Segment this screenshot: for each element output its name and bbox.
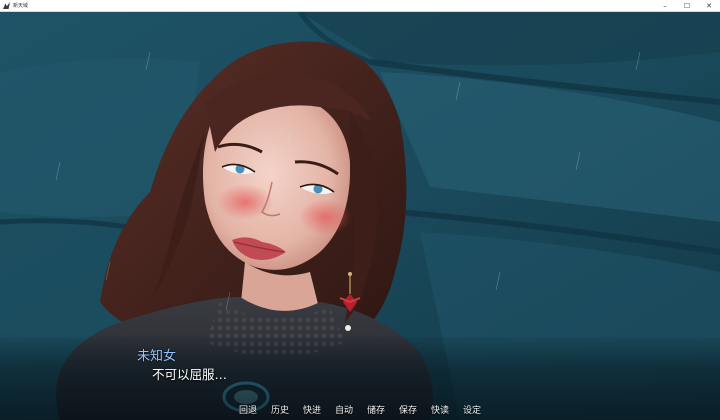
save-button[interactable]: 储存	[367, 404, 385, 418]
rollback-button[interactable]: 回退	[239, 404, 257, 418]
maximize-button[interactable]: ☐	[676, 0, 698, 12]
quick-menu: 回退 历史 快进 自动 储存 保存 快读 设定	[0, 404, 720, 418]
quickload-button[interactable]: 快读	[431, 404, 449, 418]
preferences-button[interactable]: 设定	[463, 404, 481, 418]
speaker-name: 未知女	[137, 349, 177, 364]
minimize-button[interactable]: –	[654, 0, 676, 12]
close-button[interactable]: ✕	[698, 0, 720, 12]
window-title: 新天域	[13, 2, 29, 9]
history-button[interactable]: 历史	[271, 404, 289, 418]
window-controls: – ☐ ✕	[654, 0, 720, 12]
title-bar[interactable]: 新天域 – ☐ ✕	[0, 0, 720, 12]
skip-button[interactable]: 快进	[303, 404, 321, 418]
quicksave-button[interactable]: 保存	[399, 404, 417, 418]
dialogue-text: 不可以屈服…	[152, 367, 228, 382]
game-window: 新天域 – ☐ ✕ 未知女 不可以屈服… 回退 历史 快进 自动 储存 保存 快…	[0, 0, 720, 420]
auto-button[interactable]: 自动	[335, 404, 353, 418]
app-icon	[3, 2, 10, 9]
